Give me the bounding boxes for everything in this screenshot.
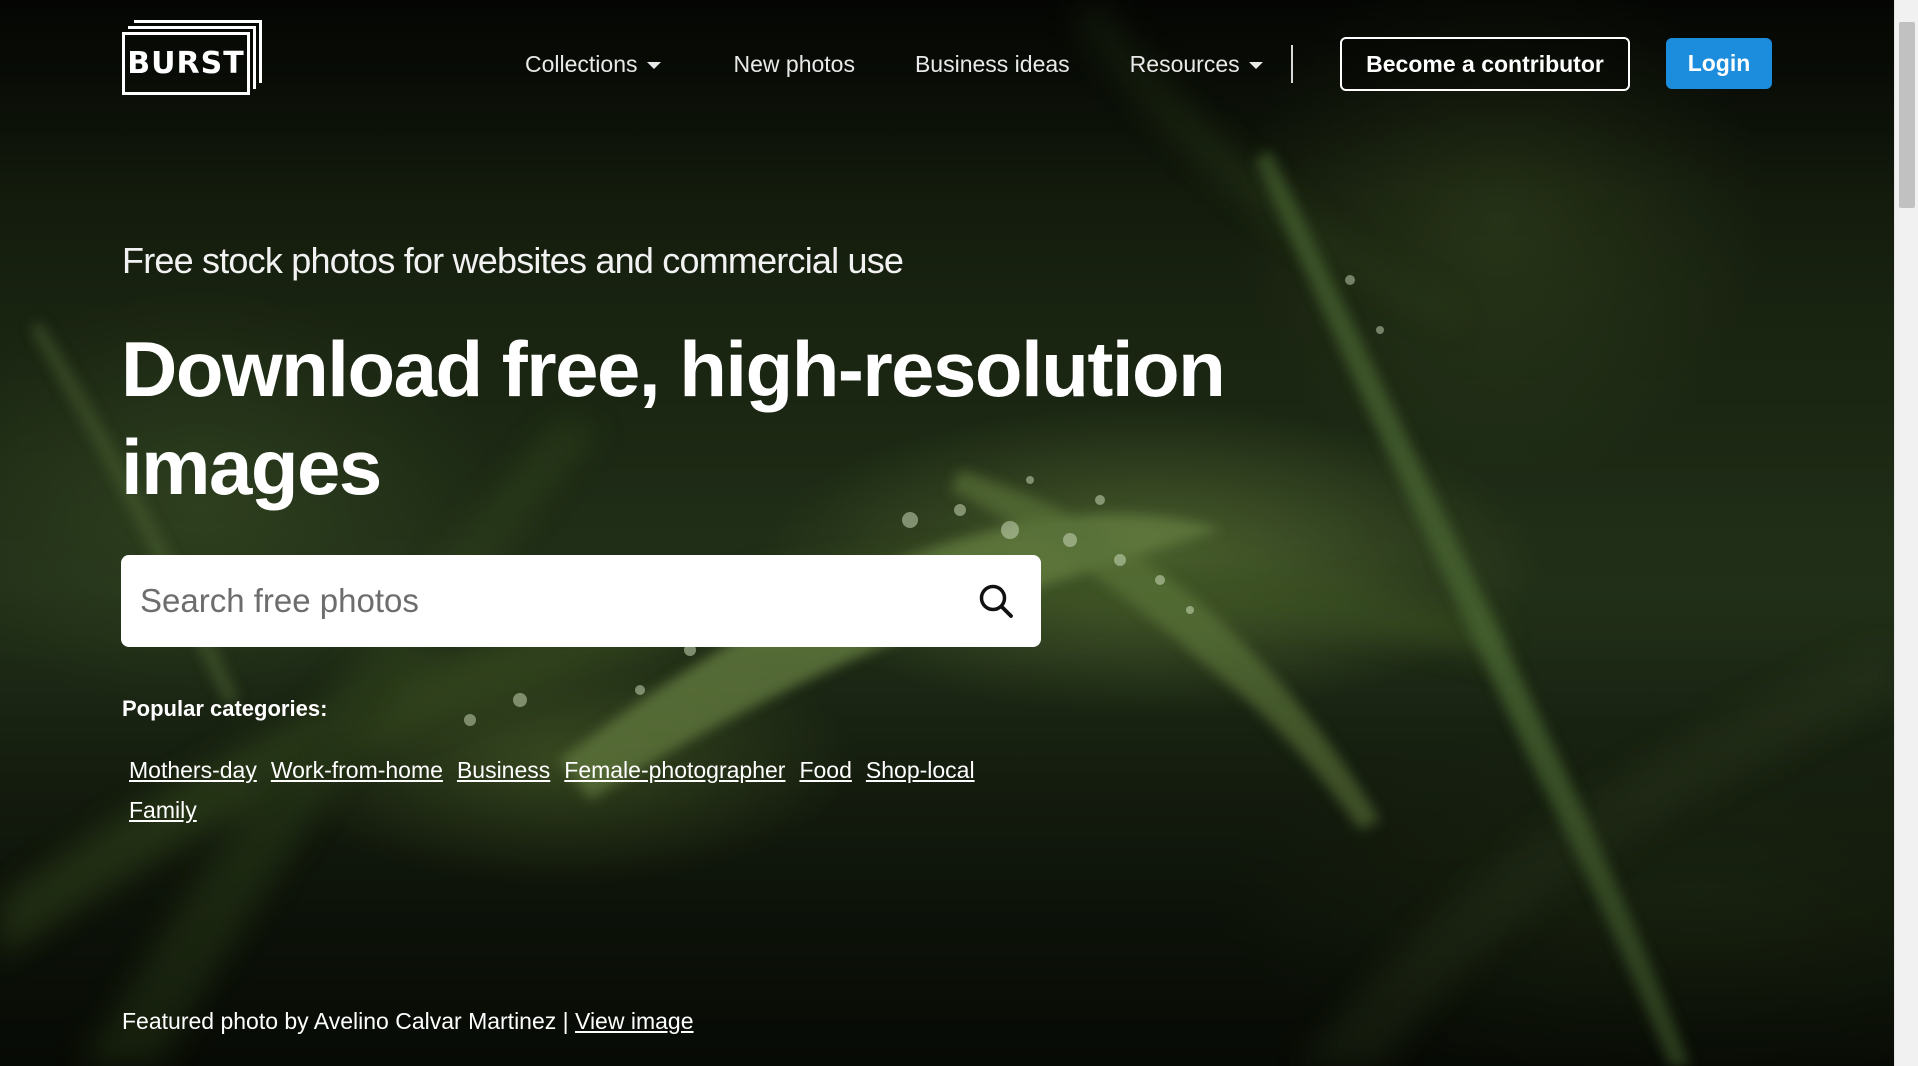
- search-input[interactable]: [121, 555, 951, 647]
- nav-resources-label: Resources: [1129, 50, 1240, 77]
- search-icon: [979, 584, 1013, 618]
- category-link-family[interactable]: Family: [129, 797, 197, 824]
- search-bar: [121, 555, 1041, 647]
- nav-new-photos[interactable]: New photos: [734, 51, 855, 78]
- nav-business-ideas-label: Business ideas: [914, 50, 1070, 77]
- main-navigation: Collections New photos Business ideas Re…: [525, 40, 1293, 88]
- category-link-female-photographer[interactable]: Female-photographer: [564, 757, 785, 784]
- nav-resources[interactable]: Resources: [1130, 51, 1263, 78]
- burst-logo[interactable]: BURST: [122, 20, 264, 96]
- popular-categories-label: Popular categories:: [122, 696, 328, 721]
- logo-text: BURST: [127, 46, 245, 81]
- hero-headline: Download free, high-resolution images: [121, 325, 1226, 511]
- featured-photo-credit: Featured photo by Avelino Calvar Martine…: [122, 1008, 694, 1035]
- search-button[interactable]: [951, 555, 1041, 647]
- nav-collections-label: Collections: [525, 50, 638, 77]
- category-link-shop-local[interactable]: Shop-local: [866, 757, 975, 784]
- category-link-work-from-home[interactable]: Work-from-home: [271, 757, 443, 784]
- nav-collections[interactable]: Collections: [525, 51, 661, 78]
- popular-categories-list: Mothers-day Work-from-home Business Fema…: [129, 757, 1049, 824]
- nav-divider: [1290, 45, 1293, 83]
- login-button[interactable]: Login: [1666, 38, 1772, 89]
- nav-business-ideas[interactable]: Business ideas: [915, 51, 1070, 78]
- hero-subtitle: Free stock photos for websites and comme…: [122, 240, 904, 281]
- category-link-food[interactable]: Food: [799, 757, 851, 784]
- category-link-mothers-day[interactable]: Mothers-day: [129, 757, 257, 784]
- hero-background: [0, 0, 1894, 1066]
- nav-new-photos-label: New photos: [733, 50, 855, 77]
- chevron-down-icon: [1248, 61, 1263, 69]
- scrollbar-thumb[interactable]: [1899, 22, 1915, 208]
- page-scrollbar[interactable]: [1894, 0, 1918, 1066]
- become-contributor-button[interactable]: Become a contributor: [1340, 37, 1630, 91]
- view-image-link[interactable]: View image: [575, 1008, 693, 1034]
- hero-overlay: [0, 0, 1894, 1066]
- featured-photo-text: Featured photo by Avelino Calvar Martine…: [122, 1008, 569, 1034]
- category-link-business[interactable]: Business: [457, 757, 550, 784]
- chevron-down-icon: [646, 61, 661, 69]
